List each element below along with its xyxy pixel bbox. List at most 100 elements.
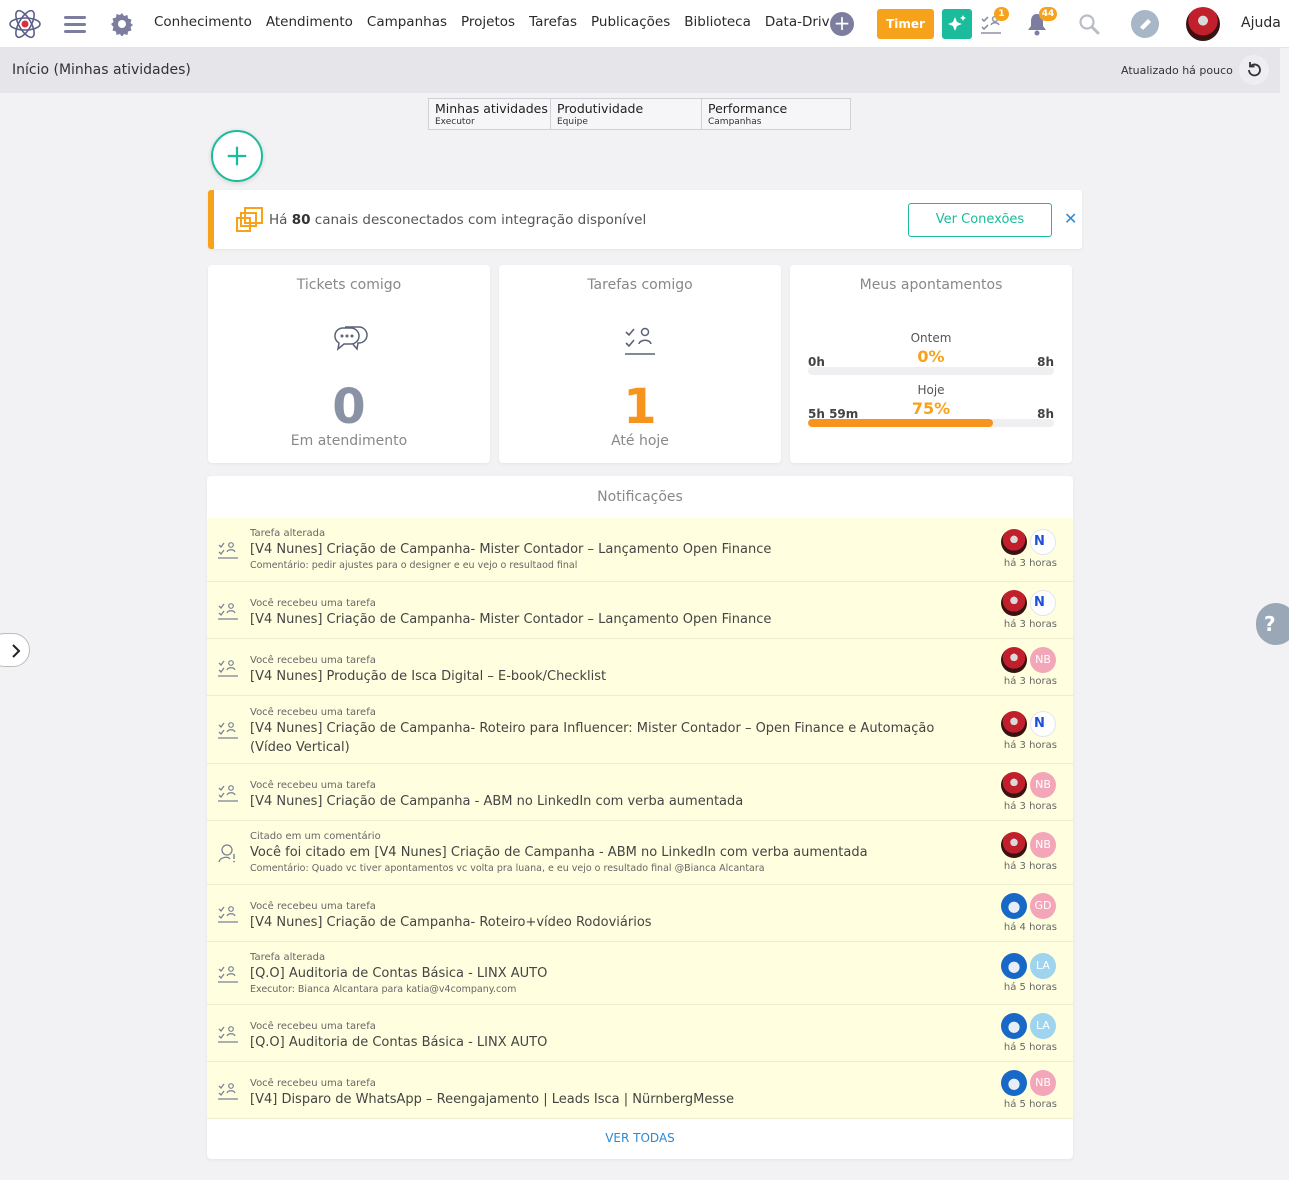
user-avatar[interactable]: [1186, 7, 1220, 41]
mention-icon: [218, 843, 238, 863]
tab-label: Minhas atividades: [435, 101, 548, 116]
avatar[interactable]: [1001, 1070, 1027, 1096]
avatar[interactable]: LA: [1030, 1013, 1056, 1039]
notification-row[interactable]: Você recebeu uma tarefa [Q.O] Auditoria d…: [207, 1005, 1073, 1062]
nav-campanhas[interactable]: Campanhas: [367, 14, 447, 30]
notification-title[interactable]: [V4 Nunes] Criação de Campanha- Mister C…: [250, 610, 950, 629]
notification-row[interactable]: Você recebeu uma tarefa [V4] Disparo de W…: [207, 1062, 1073, 1119]
sidebar-toggle[interactable]: [0, 633, 30, 667]
notification-row[interactable]: Tarefa alterada [Q.O] Auditoria de Contas…: [207, 942, 1073, 1005]
avatar[interactable]: [1001, 590, 1027, 616]
avatar[interactable]: [1001, 711, 1027, 737]
notification-title[interactable]: [V4 Nunes] Criação de Campanha- Roteiro+…: [250, 913, 950, 932]
nav-projetos[interactable]: Projetos: [461, 14, 515, 30]
notification-type: Você recebeu uma tarefa: [250, 707, 376, 718]
nav-tarefas[interactable]: Tarefas: [529, 14, 577, 30]
tab-performance[interactable]: Performance Campanhas: [702, 99, 850, 129]
avatar[interactable]: [1001, 647, 1027, 673]
tab-sublabel: Executor: [435, 117, 475, 127]
notification-title[interactable]: Você foi citado em [V4 Nunes] Criação de…: [250, 843, 950, 862]
avatar[interactable]: [1001, 893, 1027, 919]
chevron-right-icon: [12, 644, 21, 658]
tab-produtividade[interactable]: Produtividade Equipe: [551, 99, 702, 129]
disconnected-count: 80: [291, 212, 311, 228]
appointments-card[interactable]: Meus apontamentos Ontem 0% 0h 8h Hoje 75…: [790, 265, 1072, 463]
refresh-icon[interactable]: [1239, 55, 1269, 85]
card-title: Tickets comigo: [296, 277, 402, 293]
notification-title[interactable]: [V4 Nunes] Criação de Campanha - ABM no …: [250, 792, 950, 811]
notification-title[interactable]: [V4 Nunes] Criação de Campanha- Roteiro …: [250, 719, 940, 757]
notification-type: Você recebeu uma tarefa: [250, 1078, 376, 1089]
chat-bubbles-icon: [334, 326, 368, 351]
menu-icon[interactable]: [64, 14, 86, 34]
avatar[interactable]: NB: [1030, 1070, 1056, 1096]
notification-text: Você recebeu uma tarefa [V4] Disparo de W…: [250, 1077, 950, 1109]
notification-title[interactable]: [Q.O] Auditoria de Contas Básica - LINX …: [250, 964, 950, 983]
nav-biblioteca[interactable]: Biblioteca: [684, 14, 751, 30]
add-icon[interactable]: +: [830, 12, 854, 36]
notification-text: Você recebeu uma tarefa [V4 Nunes] Criaçã…: [250, 706, 940, 757]
timer-button[interactable]: Timer: [877, 9, 934, 39]
notification-time: há 5 horas: [1003, 1099, 1057, 1110]
avatar[interactable]: NB: [1030, 647, 1056, 673]
nav-conhecimento[interactable]: Conhecimento: [154, 14, 252, 30]
notification-row[interactable]: Você recebeu uma tarefa [V4 Nunes] Produç…: [207, 639, 1073, 696]
avatar[interactable]: NB: [1030, 832, 1056, 858]
avatar[interactable]: GD: [1030, 893, 1056, 919]
avatar[interactable]: NB: [1030, 772, 1056, 798]
notification-time: há 3 horas: [1003, 801, 1057, 812]
notification-row[interactable]: Você recebeu uma tarefa [V4 Nunes] Criaçã…: [207, 764, 1073, 821]
see-all-link[interactable]: VER TODAS: [207, 1131, 1073, 1145]
avatar[interactable]: [1030, 529, 1056, 555]
notification-type: Citado em um comentário: [250, 831, 381, 842]
ai-sparkle-icon[interactable]: [942, 9, 972, 39]
notification-row[interactable]: Tarefa alterada [V4 Nunes] Criação de Cam…: [207, 518, 1073, 582]
avatar[interactable]: [1001, 832, 1027, 858]
search-icon[interactable]: [1077, 12, 1101, 36]
tasks-badge: 1: [994, 7, 1009, 21]
task-icon: [218, 601, 238, 621]
help-button[interactable]: ?: [1256, 603, 1289, 645]
notification-title[interactable]: [V4 Nunes] Produção de Isca Digital – E-…: [250, 667, 950, 686]
avatar[interactable]: [1030, 590, 1056, 616]
atom-logo-icon[interactable]: [8, 8, 42, 40]
tasks-icon: [625, 327, 655, 355]
gear-icon[interactable]: [110, 12, 134, 36]
add-activity-button[interactable]: [211, 130, 263, 182]
page-title: Início (Minhas atividades): [12, 62, 191, 78]
avatar[interactable]: [1001, 1013, 1027, 1039]
nav-atendimento[interactable]: Atendimento: [266, 14, 353, 30]
tickets-card[interactable]: Tickets comigo 0 Em atendimento: [208, 265, 490, 463]
notification-row[interactable]: Você recebeu uma tarefa [V4 Nunes] Criaçã…: [207, 696, 1073, 764]
theme-icon[interactable]: [1131, 10, 1159, 38]
notification-row[interactable]: Você recebeu uma tarefa [V4 Nunes] Criaçã…: [207, 582, 1073, 639]
task-icon: [218, 720, 238, 740]
tasks-card[interactable]: Tarefas comigo 1 Até hoje: [499, 265, 781, 463]
card-title: Meus apontamentos: [859, 277, 1003, 293]
notifications-badge: 44: [1039, 7, 1057, 21]
notification-title[interactable]: [Q.O] Auditoria de Contas Básica - LINX …: [250, 1033, 950, 1052]
view-connections-button[interactable]: Ver Conexões: [908, 203, 1052, 237]
alert-message: Há 80 canais desconectados com integraçã…: [269, 212, 647, 228]
close-icon[interactable]: ✕: [1064, 209, 1077, 228]
card-subtitle: Em atendimento: [290, 433, 408, 449]
notification-row[interactable]: Você recebeu uma tarefa [V4 Nunes] Criaçã…: [207, 885, 1073, 942]
notification-row[interactable]: Citado em um comentário Você foi citado e…: [207, 821, 1073, 885]
avatar[interactable]: [1001, 772, 1027, 798]
notification-text: Tarefa alterada [V4 Nunes] Criação de Cam…: [250, 527, 950, 572]
help-link[interactable]: Ajuda: [1241, 15, 1281, 31]
task-icon: [218, 1024, 238, 1044]
notification-title[interactable]: [V4] Disparo de WhatsApp – Reengajamento…: [250, 1090, 950, 1109]
notification-type: Tarefa alterada: [250, 528, 326, 539]
nav-publicacoes[interactable]: Publicações: [591, 14, 670, 30]
tab-minhas-atividades[interactable]: Minhas atividades Executor: [429, 99, 551, 129]
avatar[interactable]: [1030, 711, 1056, 737]
notification-type: Você recebeu uma tarefa: [250, 598, 376, 609]
avatar[interactable]: [1001, 529, 1027, 555]
tab-sublabel: Campanhas: [708, 117, 762, 127]
notification-title[interactable]: [V4 Nunes] Criação de Campanha- Mister C…: [250, 540, 950, 559]
notification-text: Citado em um comentário Você foi citado e…: [250, 830, 950, 875]
avatar[interactable]: LA: [1030, 953, 1056, 979]
notification-detail: Comentário: Quado vc tiver apontamentos …: [250, 863, 765, 874]
avatar[interactable]: [1001, 953, 1027, 979]
